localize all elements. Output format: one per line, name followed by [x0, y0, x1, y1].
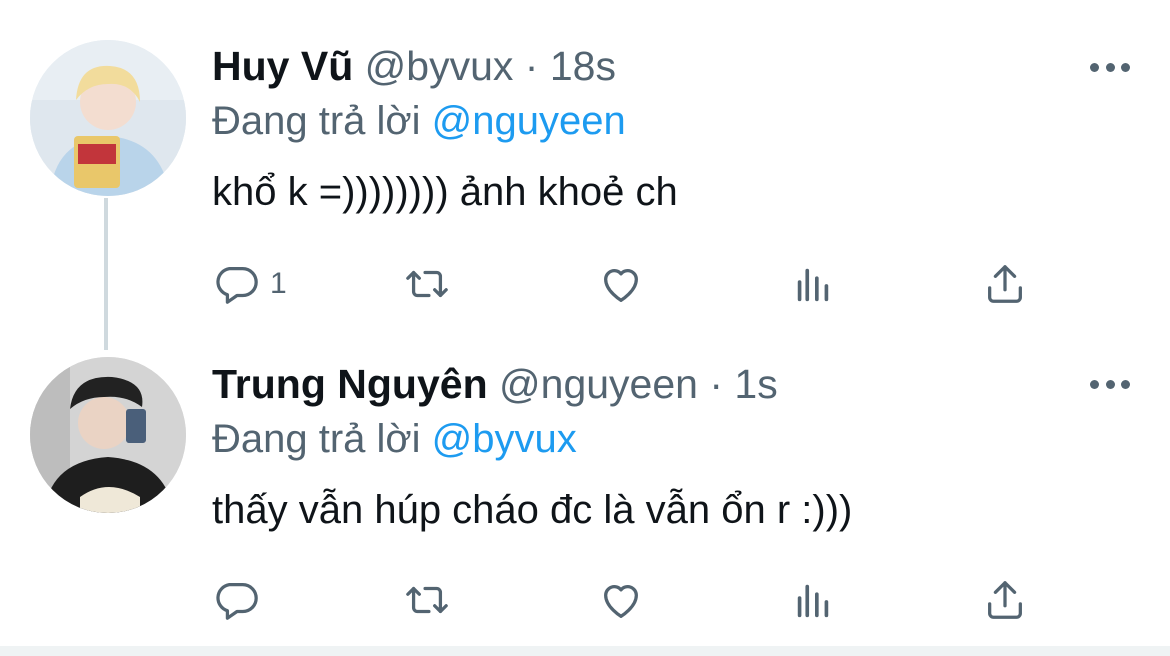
action-bar — [0, 576, 1170, 624]
like-icon — [604, 269, 638, 302]
user-handle[interactable]: @byvux — [365, 43, 514, 89]
share-icon — [988, 265, 1022, 303]
like-button[interactable] — [598, 576, 644, 624]
replying-to: Đang trả lời @byvux — [212, 415, 577, 463]
reply-button[interactable] — [214, 576, 270, 624]
replying-prefix: Đang trả lời — [212, 417, 421, 461]
mention-link[interactable]: @byvux — [432, 417, 577, 461]
tweet-reply-2[interactable]: Trung Nguyên @nguyeen · 1s Đang trả lời … — [0, 330, 1170, 650]
replying-prefix: Đang trả lời — [212, 99, 421, 143]
display-name[interactable]: Huy Vũ — [212, 43, 353, 89]
reply-icon — [216, 267, 258, 304]
separator-dot: · — [709, 361, 724, 407]
display-name[interactable]: Trung Nguyên — [212, 361, 488, 407]
retweet-icon — [406, 270, 448, 298]
retweet-icon — [406, 586, 448, 614]
tweet-header: Trung Nguyên @nguyeen · 1s — [212, 360, 778, 408]
more-icon[interactable] — [1090, 60, 1130, 74]
views-button[interactable] — [790, 576, 836, 624]
tweet-text: khổ k =)))))))) ảnh khoẻ ch — [212, 170, 678, 214]
reply-icon — [216, 583, 258, 620]
avatar-photo-icon — [30, 357, 186, 513]
tweet-text: thấy vẫn húp cháo đc là vẫn ổn r :))) — [212, 488, 853, 532]
avatar[interactable] — [30, 40, 186, 196]
share-button[interactable] — [982, 260, 1028, 308]
replying-to: Đang trả lời @nguyeen — [212, 97, 626, 145]
action-bar: 1 — [0, 260, 1170, 308]
retweet-button[interactable] — [404, 576, 450, 624]
separator-dot: · — [524, 43, 539, 89]
views-icon — [797, 268, 829, 302]
share-button[interactable] — [982, 576, 1028, 624]
divider — [0, 646, 1170, 656]
retweet-button[interactable] — [404, 260, 450, 308]
reply-button[interactable]: 1 — [214, 260, 287, 308]
more-icon[interactable] — [1090, 377, 1130, 391]
tweet-header: Huy Vũ @byvux · 18s — [212, 42, 616, 90]
timestamp[interactable]: 1s — [734, 361, 777, 407]
like-icon — [604, 585, 638, 618]
timestamp[interactable]: 18s — [550, 43, 616, 89]
user-handle[interactable]: @nguyeen — [499, 361, 698, 407]
mention-link[interactable]: @nguyeen — [432, 99, 626, 143]
views-icon — [797, 584, 829, 618]
avatar-photo-icon — [30, 40, 186, 196]
reply-count: 1 — [270, 267, 287, 300]
tweet-reply-1[interactable]: Huy Vũ @byvux · 18s Đang trả lời @nguyee… — [0, 0, 1170, 330]
like-button[interactable] — [598, 260, 644, 308]
avatar[interactable] — [30, 357, 186, 513]
views-button[interactable] — [790, 260, 836, 308]
share-icon — [988, 581, 1022, 619]
